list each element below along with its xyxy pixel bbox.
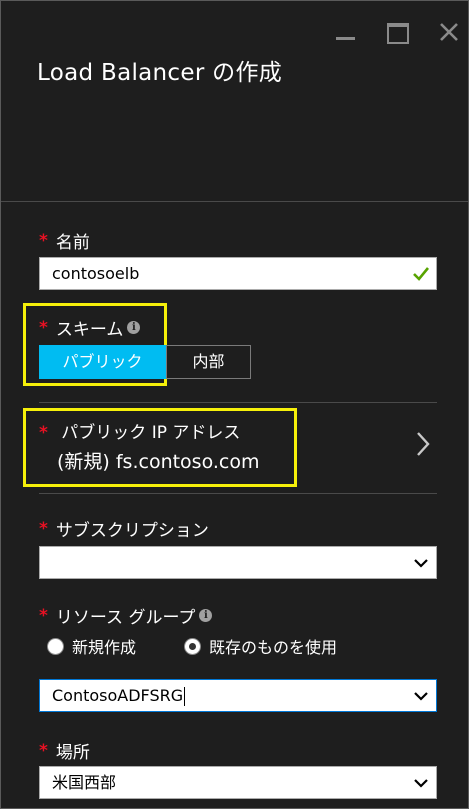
info-icon[interactable]: i <box>199 609 213 622</box>
page-title: Load Balancer の作成 <box>37 60 283 86</box>
chevron-down-icon <box>414 692 428 701</box>
chevron-down-icon <box>414 779 428 788</box>
location-label: * 場所 <box>39 740 90 764</box>
text-cursor <box>184 687 186 706</box>
close-icon[interactable] <box>437 19 461 43</box>
location-select[interactable]: 米国西部 <box>39 766 437 799</box>
chevron-down-icon <box>414 559 428 568</box>
info-icon[interactable]: i <box>127 321 141 334</box>
radio-button[interactable] <box>47 637 64 655</box>
name-label: * 名前 <box>39 230 90 254</box>
scheme-option-public[interactable]: パブリック <box>39 345 166 379</box>
radio-button[interactable] <box>184 637 201 655</box>
scheme-option-internal[interactable]: 内部 <box>166 345 251 379</box>
divider <box>39 402 437 403</box>
check-icon <box>413 267 430 281</box>
resource-group-select[interactable]: ContosoADFSRG <box>39 679 437 712</box>
blade-header: Load Balancer の作成 <box>1 1 468 202</box>
divider <box>39 493 437 494</box>
required-marker: * <box>39 230 48 251</box>
resource-group-label: * リソース グループ i <box>39 603 213 628</box>
blade-window: Load Balancer の作成 * 名前 contosoelb * スキーム… <box>0 0 469 809</box>
public-ip-label: * パブリック IP アドレス <box>39 423 241 443</box>
maximize-icon[interactable] <box>386 19 410 44</box>
required-marker: * <box>39 740 48 761</box>
name-field[interactable]: contosoelb <box>39 257 437 290</box>
chevron-right-icon[interactable] <box>415 431 431 457</box>
scheme-label: * スキーム i <box>39 315 141 340</box>
public-ip-value[interactable]: (新規) fs.contoso.com <box>57 447 260 474</box>
subscription-select[interactable] <box>39 546 437 579</box>
required-marker: * <box>39 518 48 539</box>
subscription-label: * サブスクリプション <box>39 518 209 542</box>
radio-use-existing[interactable]: 既存のものを使用 <box>184 634 337 658</box>
required-marker: * <box>39 317 48 338</box>
required-marker: * <box>39 423 48 443</box>
minimize-icon[interactable] <box>334 19 358 43</box>
required-marker: * <box>39 605 48 626</box>
radio-create-new[interactable]: 新規作成 <box>47 634 136 658</box>
